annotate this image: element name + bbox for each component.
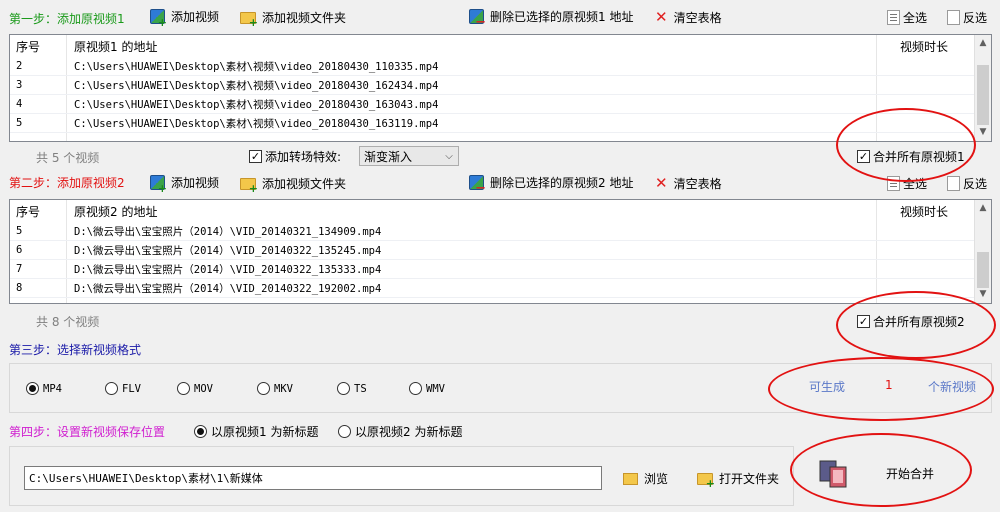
step1-add-folder-button[interactable]: 添加视频文件夹 bbox=[240, 9, 346, 29]
scrollbar-thumb[interactable] bbox=[977, 252, 989, 288]
transition-select[interactable]: 渐变渐入 ⌵ bbox=[359, 146, 459, 166]
table-row[interactable]: 6 D:\微云导出\宝宝照片（2014）\VID_20140322_135245… bbox=[10, 241, 976, 260]
radio-selected-icon bbox=[194, 425, 207, 438]
video-delete-icon bbox=[469, 175, 486, 196]
table-row[interactable]: 4 C:\Users\HUAWEI\Desktop\素材\视频\video_20… bbox=[10, 95, 976, 114]
title-option-video2[interactable]: 以原视频2 为新标题 bbox=[338, 423, 462, 440]
table-row[interactable]: 8 D:\微云导出\宝宝照片（2014）\VID_20140322_192002… bbox=[10, 279, 976, 298]
folder-icon bbox=[697, 472, 715, 490]
highlight-oval bbox=[768, 357, 994, 421]
radio-icon bbox=[177, 382, 190, 395]
step2-add-video-button[interactable]: 添加视频 bbox=[150, 174, 219, 195]
radio-icon bbox=[409, 382, 422, 395]
column-header-index: 序号 bbox=[16, 40, 41, 54]
step1-title: 第一步：添加原视频1 bbox=[9, 11, 125, 26]
radio-selected-icon bbox=[26, 382, 39, 395]
format-radio-mov[interactable]: MOV bbox=[177, 382, 213, 395]
page-icon bbox=[887, 10, 900, 25]
list-header: 序号 原视频1 的地址 视频时长 bbox=[10, 37, 970, 56]
step2-clear-table-button[interactable]: ✕ 清空表格 bbox=[655, 174, 722, 192]
table-row[interactable]: 7 D:\微云导出\宝宝照片（2014）\VID_20140322_135333… bbox=[10, 260, 976, 279]
video-add-icon bbox=[150, 9, 167, 29]
step2-invert-button[interactable]: 反选 bbox=[947, 175, 987, 192]
step1-select-all-button[interactable]: 全选 bbox=[887, 9, 927, 26]
highlight-oval bbox=[790, 433, 972, 507]
format-radio-ts[interactable]: TS bbox=[337, 382, 367, 395]
vertical-scrollbar[interactable]: ▲ ▼ bbox=[974, 35, 991, 141]
open-folder-button[interactable]: 打开文件夹 bbox=[697, 470, 779, 490]
scrollbar-thumb[interactable] bbox=[977, 65, 989, 125]
scroll-up-icon[interactable]: ▲ bbox=[975, 200, 991, 217]
page-icon bbox=[947, 176, 960, 191]
folder-add-icon bbox=[240, 11, 258, 29]
folder-add-icon bbox=[240, 177, 258, 195]
column-header-path: 原视频1 的地址 bbox=[74, 40, 158, 54]
step2-delete-selected-button[interactable]: 删除已选择的原视频2 地址 bbox=[469, 174, 633, 196]
column-header-duration: 视频时长 bbox=[900, 205, 949, 219]
radio-icon bbox=[337, 382, 350, 395]
vertical-scrollbar[interactable]: ▲ ▼ bbox=[974, 200, 991, 303]
step1-delete-selected-button[interactable]: 删除已选择的原视频1 地址 bbox=[469, 8, 633, 30]
table-row[interactable]: 3 C:\Users\HUAWEI\Desktop\素材\视频\video_20… bbox=[10, 76, 976, 95]
red-x-icon: ✕ bbox=[655, 174, 668, 192]
step2-video-list[interactable]: 序号 原视频2 的地址 视频时长 5 D:\微云导出\宝宝照片（2014）\VI… bbox=[9, 199, 992, 304]
save-path-input[interactable] bbox=[24, 466, 602, 490]
video-delete-icon bbox=[469, 9, 486, 30]
format-radio-flv[interactable]: FLV bbox=[105, 382, 141, 395]
table-row[interactable]: 2 C:\Users\HUAWEI\Desktop\素材\视频\video_20… bbox=[10, 57, 976, 76]
format-radio-mkv[interactable]: MKV bbox=[257, 382, 293, 395]
column-header-path: 原视频2 的地址 bbox=[74, 205, 158, 219]
step2-add-folder-button[interactable]: 添加视频文件夹 bbox=[240, 175, 346, 195]
browse-button[interactable]: 浏览 bbox=[623, 470, 668, 487]
checkbox-checked-icon: ✓ bbox=[249, 150, 262, 163]
highlight-oval bbox=[836, 291, 996, 359]
search-folder-icon bbox=[623, 472, 638, 485]
title-option-video1[interactable]: 以原视频1 为新标题 bbox=[194, 423, 318, 440]
page-icon bbox=[947, 10, 960, 25]
step3-title: 第三步：选择新视频格式 bbox=[9, 343, 142, 357]
scroll-down-icon[interactable]: ▼ bbox=[975, 124, 991, 141]
radio-icon bbox=[257, 382, 270, 395]
chevron-down-icon: ⌵ bbox=[445, 150, 453, 162]
step1-clear-table-button[interactable]: ✕ 清空表格 bbox=[655, 8, 722, 26]
table-row[interactable]: 5 D:\微云导出\宝宝照片（2014）\VID_20140321_134909… bbox=[10, 222, 976, 241]
scroll-up-icon[interactable]: ▲ bbox=[975, 35, 991, 52]
column-header-index: 序号 bbox=[16, 205, 41, 219]
radio-icon bbox=[338, 425, 351, 438]
scroll-down-icon[interactable]: ▼ bbox=[975, 286, 991, 303]
step2-title: 第二步：添加原视频2 bbox=[9, 176, 125, 190]
step2-video-count: 共 8 个视频 bbox=[36, 315, 100, 329]
highlight-oval bbox=[836, 108, 976, 182]
step1-video-count: 共 5 个视频 bbox=[36, 151, 100, 165]
format-radio-wmv[interactable]: WMV bbox=[409, 382, 445, 395]
transition-checkbox[interactable]: ✓ 添加转场特效: bbox=[249, 148, 341, 165]
list-header: 序号 原视频2 的地址 视频时长 bbox=[10, 202, 970, 221]
step1-invert-button[interactable]: 反选 bbox=[947, 9, 987, 26]
step4-title: 第四步：设置新视频保存位置 bbox=[9, 425, 166, 439]
red-x-icon: ✕ bbox=[655, 8, 668, 26]
radio-icon bbox=[105, 382, 118, 395]
format-radio-mp4[interactable]: MP4 bbox=[26, 382, 62, 395]
video-add-icon bbox=[150, 175, 167, 195]
column-header-duration: 视频时长 bbox=[900, 40, 949, 54]
table-row[interactable]: 5 C:\Users\HUAWEI\Desktop\素材\视频\video_20… bbox=[10, 114, 976, 133]
step1-add-video-button[interactable]: 添加视频 bbox=[150, 8, 219, 29]
